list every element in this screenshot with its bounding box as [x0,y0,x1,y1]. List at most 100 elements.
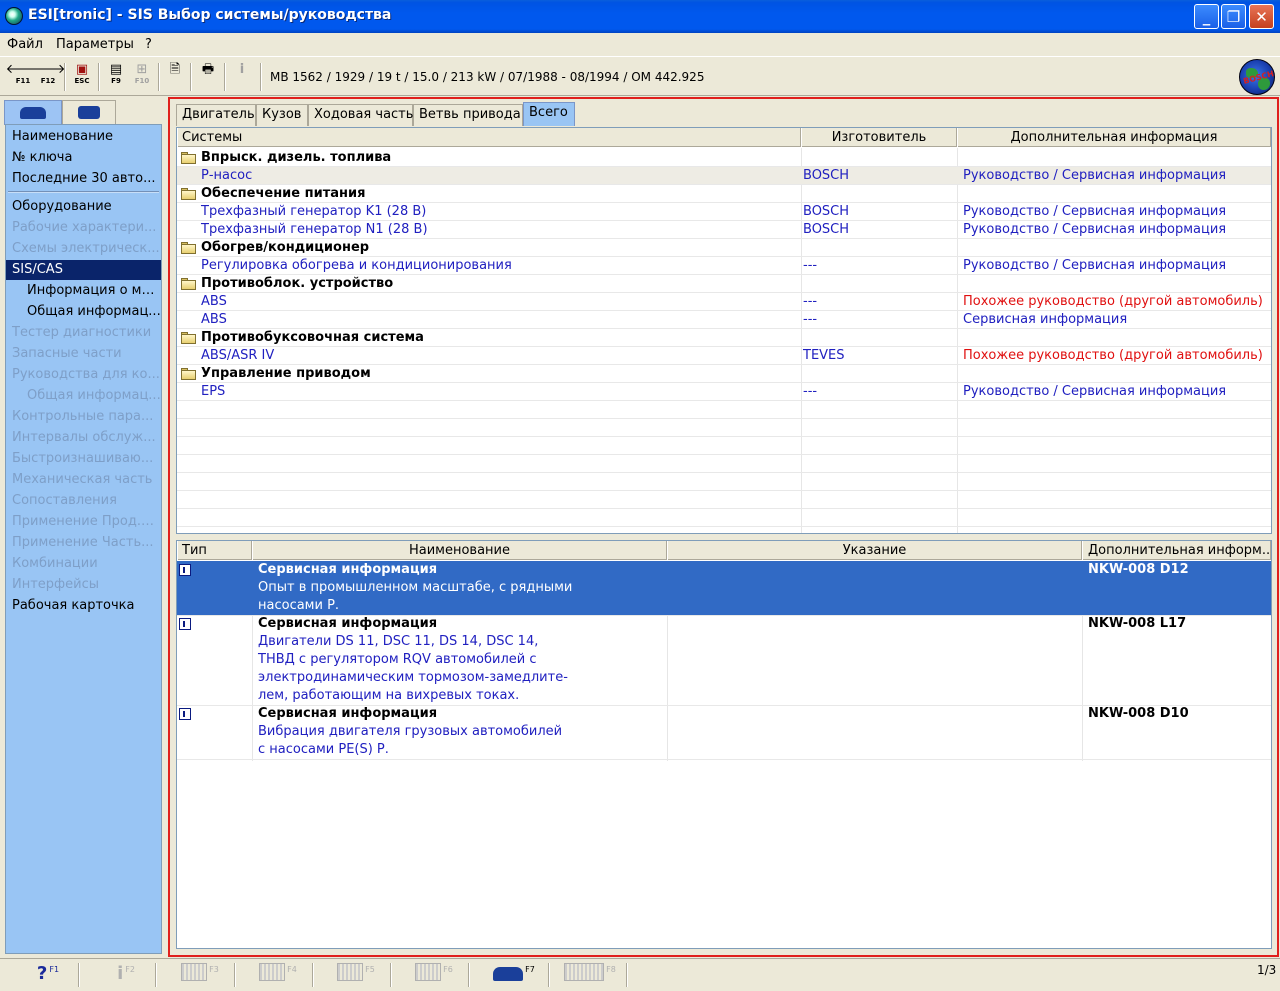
sidebar-item[interactable]: Интервалы обслуж... [6,428,161,448]
sidebar-item[interactable]: Механическая часть [6,470,161,490]
system-info-link[interactable]: Похожее руководство (другой автомобиль) [963,347,1263,365]
menu-help[interactable]: ? [145,37,152,52]
f6-button[interactable]: F6 [404,963,464,987]
column-header-name[interactable]: Наименование [252,541,667,560]
system-name: Р-насос [201,168,253,183]
minimize-button[interactable]: _ [1194,4,1219,29]
vehicle-f7-button[interactable]: F7 [484,963,544,987]
system-category-row[interactable]: Противоблок. устройство [177,275,1271,293]
system-info-link[interactable]: Руководство / Сервисная информация [963,203,1226,221]
system-maker: BOSCH [803,222,850,237]
row-gridline [177,166,1271,167]
sidebar-item[interactable]: Общая информац... [6,302,161,322]
maximize-button[interactable]: ❐ [1221,4,1246,29]
system-row[interactable]: Трехфазный генератор N1 (28 В) BOSCH Руков… [177,221,1271,239]
tab-vehicle[interactable] [4,100,62,125]
document-row[interactable]: Сервисная информация Вибрация двигателя г… [177,705,1271,759]
title-bar: ESI[tronic] - SIS Выбор системы/руководс… [0,0,1280,33]
row-gridline [177,454,1271,455]
document-title: Сервисная информация [258,706,438,721]
tab-category[interactable]: Всего [523,102,575,126]
tab-category[interactable]: Двигатель [176,104,256,126]
system-info-link[interactable]: Сервисная информация [963,311,1127,329]
column-header-info[interactable]: Дополнительная информация [957,128,1271,147]
tab-engine[interactable] [62,100,116,124]
close-button[interactable]: ✕ [1249,4,1274,29]
sidebar-item[interactable]: Контрольные пара... [6,407,161,427]
sidebar-item[interactable]: Последние 30 авто... [6,169,161,189]
row-gridline [177,382,1271,383]
sidebar-item[interactable]: № ключа [6,148,161,168]
system-info-link[interactable]: Руководство / Сервисная информация [963,167,1226,185]
column-header-note[interactable]: Указание [667,541,1082,560]
document-button[interactable]: 🗎 [163,63,187,91]
sidebar-item[interactable]: Запасные части [6,344,161,364]
system-row[interactable]: EPS --- Руководство / Сервисная информация [177,383,1271,401]
sidebar-item[interactable]: Рабочие характери... [6,218,161,238]
f10-button[interactable]: ⊞ F10 [130,63,154,91]
f5-button[interactable]: F5 [326,963,386,987]
column-header-extra[interactable]: Дополнительная информ... [1082,541,1271,560]
sidebar-item[interactable]: Общая информац... [6,386,161,406]
row-gridline [177,238,1271,239]
info-button[interactable]: i [230,63,254,91]
system-name: Трехфазный генератор N1 (28 В) [201,222,428,237]
system-info-link[interactable]: Руководство / Сервисная информация [963,221,1226,239]
sidebar-item[interactable]: SIS/CAS [6,260,161,280]
column-header-systems[interactable]: Системы [177,128,801,147]
folder-icon [181,242,197,254]
system-category-row[interactable]: Обогрев/кондиционер [177,239,1271,257]
system-info-link[interactable]: Руководство / Сервисная информация [963,383,1226,401]
system-info-link[interactable]: Руководство / Сервисная информация [963,257,1226,275]
system-maker: --- [803,258,818,273]
sidebar-item[interactable]: Схемы электрическ... [6,239,161,259]
sidebar-item[interactable]: Применение Часть... [6,533,161,553]
sidebar-item[interactable]: Применение Прод.=... [6,512,161,532]
system-row[interactable]: Регулировка обогрева и кондиционирования… [177,257,1271,275]
print-button[interactable]: 🖶 [196,63,220,91]
f3-button[interactable]: F3 [170,963,230,987]
sidebar-item[interactable]: Сопоставления [6,491,161,511]
system-row[interactable]: ABS --- Сервисная информация [177,311,1271,329]
system-row[interactable]: ABS --- Похожее руководство (другой автомо… [177,293,1271,311]
f9-button[interactable]: ▤ F9 [104,63,128,91]
info-f2-button[interactable]: i F2 [96,963,156,987]
system-category-row[interactable]: Управление приводом [177,365,1271,383]
column-header-maker[interactable]: Изготовитель [801,128,957,147]
tab-category[interactable]: Кузов [256,104,308,126]
sidebar-item[interactable]: Руководства для ко... [6,365,161,385]
sidebar-item[interactable]: Наименование [6,127,161,147]
column-header-type[interactable]: Тип [177,541,252,560]
menu-file[interactable]: Файл [7,37,43,52]
system-info-link[interactable]: Похожее руководство (другой автомобиль) [963,293,1263,311]
system-category-row[interactable]: Обеспечение питания [177,185,1271,203]
document-row[interactable]: Сервисная информация Двигатели DS 11, DSC… [177,615,1271,705]
esc-button[interactable]: ▣ ESC [70,63,94,91]
tab-category[interactable]: Ветвь привода [413,104,523,126]
sidebar-item[interactable]: Интерфейсы [6,575,161,595]
menu-params[interactable]: Параметры [56,37,134,52]
document-description: Двигатели DS 11, DSC 11, DS 14, DSC 14, … [258,634,568,703]
systems-table: Системы Изготовитель Дополнительная инфо… [176,127,1272,534]
document-row[interactable]: Сервисная информация Опыт в промышленном … [177,561,1271,615]
help-button[interactable]: ? F1 [18,963,78,987]
sidebar-item[interactable]: Оборудование [6,197,161,217]
esi-f8-button[interactable]: F8 [560,963,620,987]
status-separator [548,963,550,987]
system-category-row[interactable]: Впрыск. дизель. топлива [177,149,1271,167]
f4-button[interactable]: F4 [248,963,308,987]
document-code: NKW-008 D12 [1088,562,1189,577]
sidebar-item[interactable]: Быстроизнашиваю... [6,449,161,469]
system-row[interactable]: Трехфазный генератор K1 (28 В) BOSCH Руков… [177,203,1271,221]
system-row[interactable]: Р-насос BOSCH Руководство / Сервисная инфо… [177,167,1271,185]
sidebar-item[interactable]: Рабочая карточка [6,596,161,616]
tree-icon: ⊞ [136,62,148,77]
sidebar-item[interactable]: Комбинации [6,554,161,574]
system-row[interactable]: ABS/ASR IV TEVES Похожее руководство (друг… [177,347,1271,365]
tab-category[interactable]: Ходовая часть [308,104,413,126]
sidebar-item[interactable]: Тестер диагностики [6,323,161,343]
system-category-row[interactable]: Противобуксовочная система [177,329,1271,347]
sidebar-item[interactable]: Информация о ма... [6,281,161,301]
row-gridline [177,490,1271,491]
forward-button[interactable]: 🡒 F12 [31,63,66,91]
